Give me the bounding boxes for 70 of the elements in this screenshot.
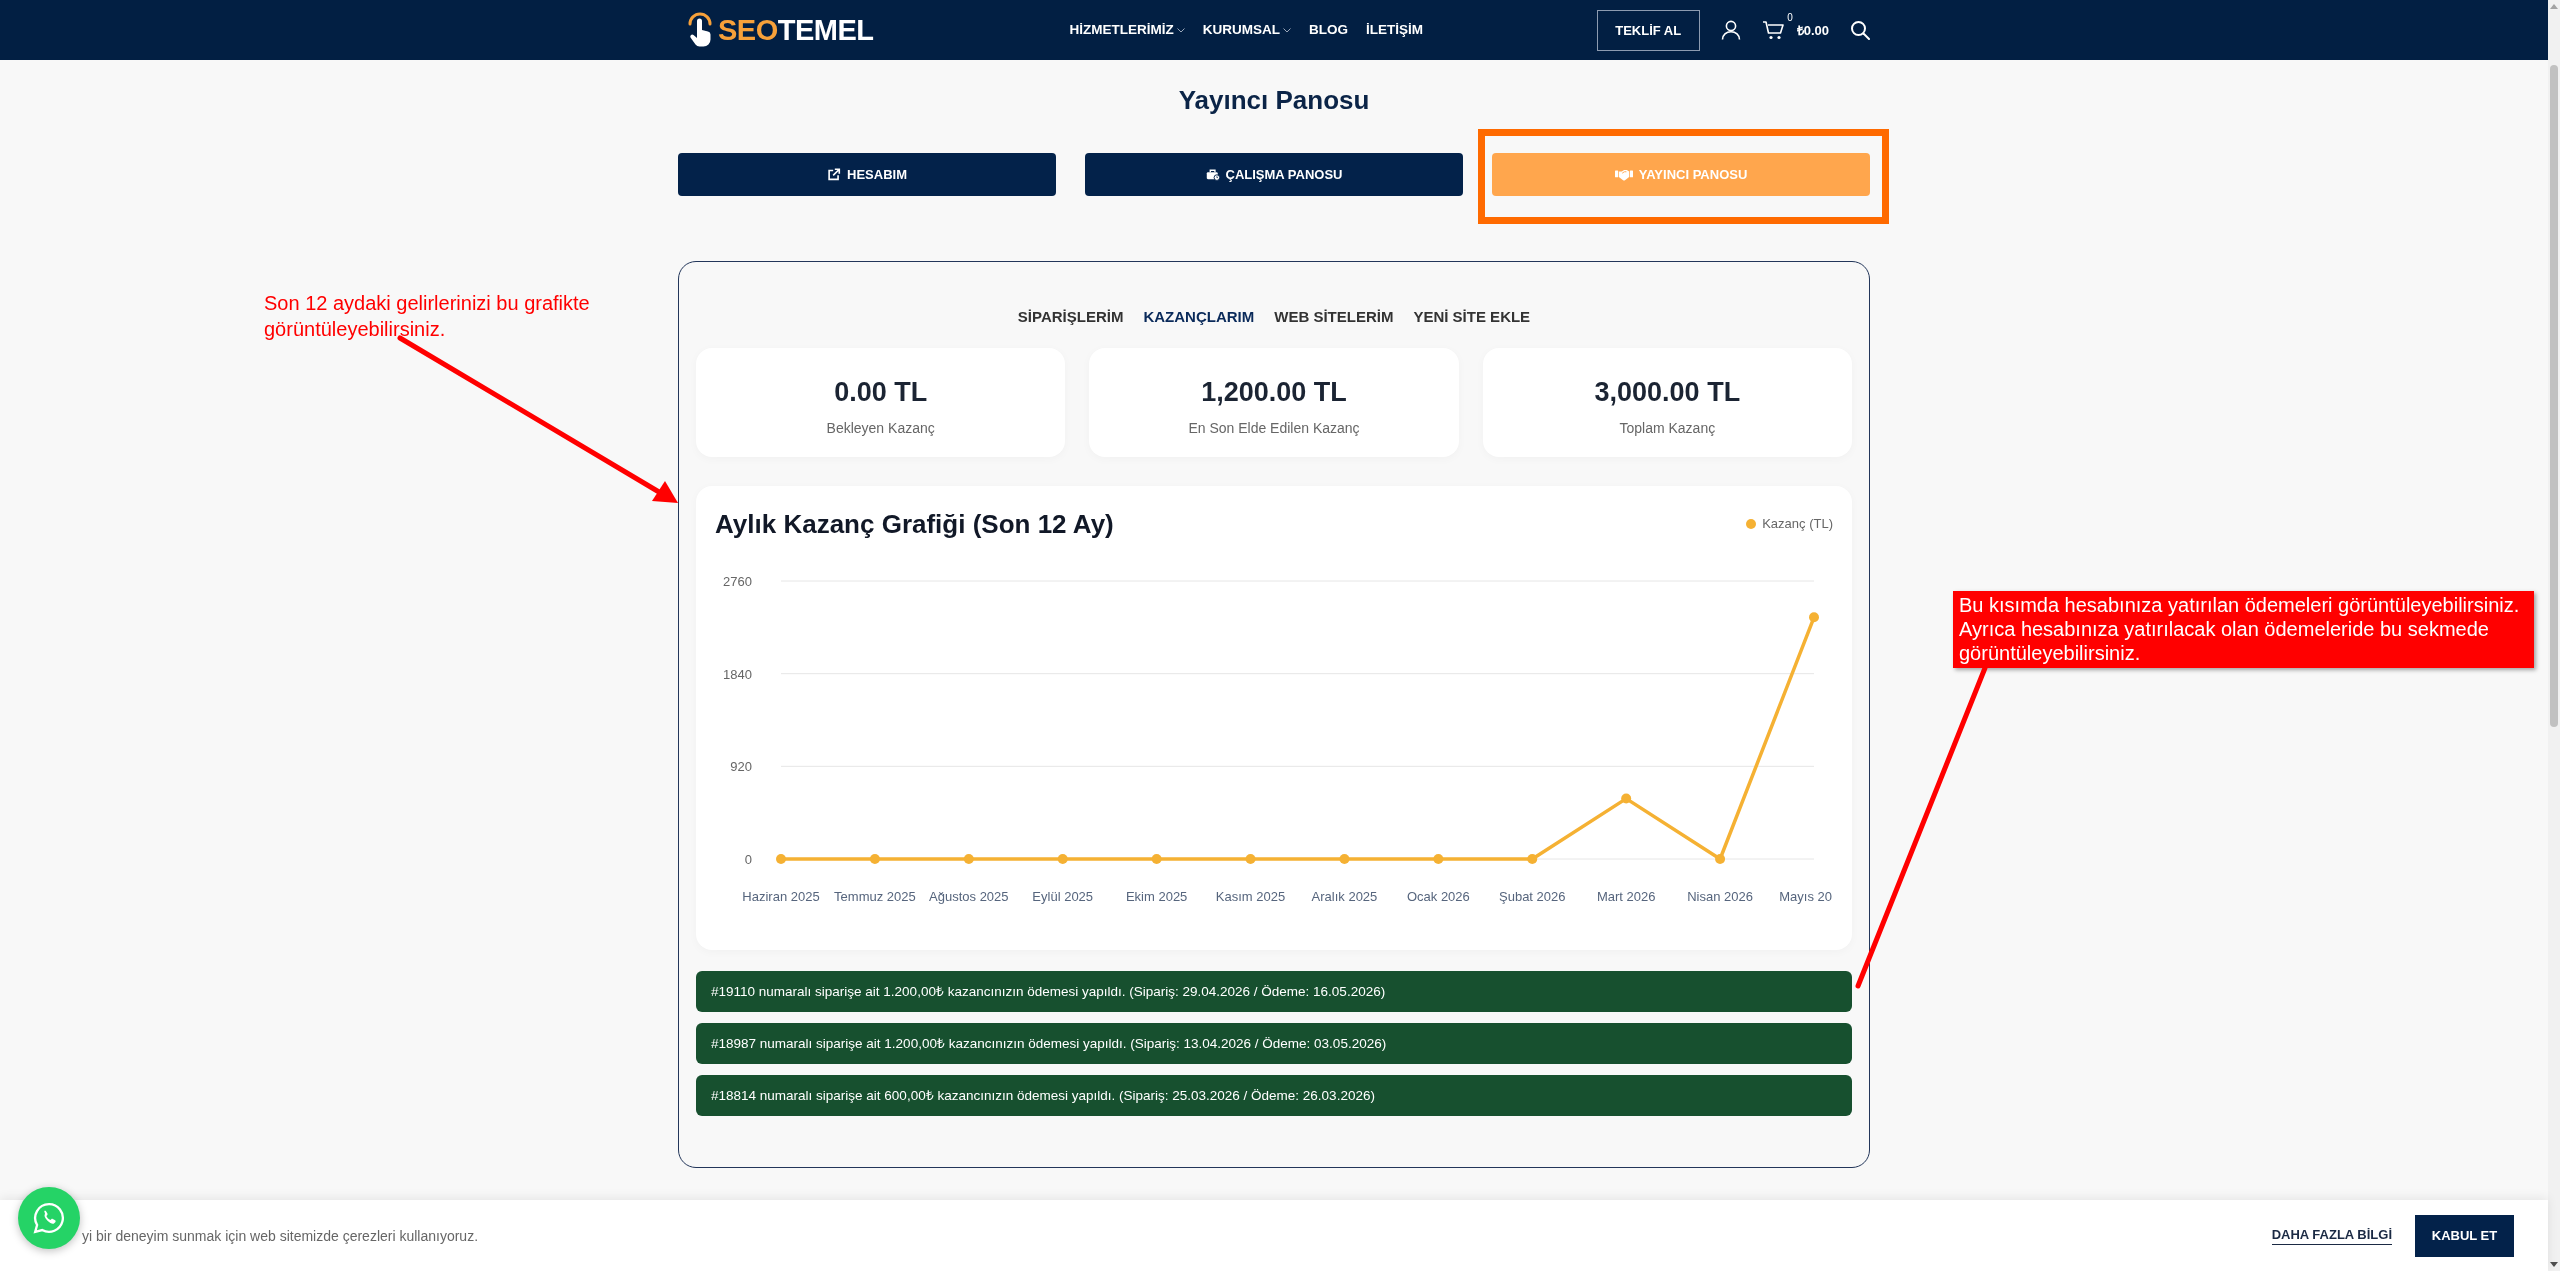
- stat-label: Bekleyen Kazanç: [826, 419, 935, 437]
- user-icon[interactable]: [1720, 20, 1741, 40]
- payment-notice: #19110 numaralı siparişe ait 1.200,00₺ kazancınızın ödemesi yapıldı. (Sipariş: 29.04.2026 / Ödeme: 16.05.2026): [696, 971, 1852, 1012]
- x-axis-label: Mayıs 20: [1779, 889, 1832, 904]
- x-axis-label: Ocak 2026: [1406, 889, 1470, 904]
- stat-value: 3,000.00 TL: [1594, 376, 1741, 408]
- payment-notice: #18987 numaralı siparişe ait 1.200,00₺ kazancınızın ödemesi yapıldı. (Sipariş: 13.04.2026 / Ödeme: 03.05.2026): [696, 1023, 1852, 1064]
- x-axis-label: Şubat 2026: [1499, 889, 1566, 904]
- cart-count: 0: [1787, 12, 1793, 24]
- x-axis-label: Kasım 2025: [1215, 889, 1286, 904]
- y-axis-label: 2760: [723, 574, 752, 589]
- data-point: [1527, 854, 1538, 864]
- quote-button[interactable]: TEKLİF AL: [1596, 9, 1700, 51]
- logo-wordmark[interactable]: SEOTEMEL: [718, 13, 874, 47]
- scrollbar-track[interactable]: [2548, 0, 2560, 1271]
- y-axis-label: 920: [730, 759, 752, 775]
- tab[interactable]: SİPARİŞLERİM: [1017, 307, 1124, 327]
- page-title: Yayıncı Panosu: [1178, 84, 1370, 116]
- nav-link[interactable]: İLETİŞİM: [1366, 20, 1424, 40]
- data-point: [963, 854, 974, 864]
- y-axis-label: 0: [744, 852, 752, 867]
- tab[interactable]: WEB SİTELERİM: [1274, 307, 1394, 327]
- x-axis-label: Temmuz 2025: [834, 889, 916, 904]
- dashboard-button[interactable]: HESABIM: [678, 153, 1056, 196]
- x-axis-label: Ekim 2025: [1125, 889, 1188, 904]
- nav-link[interactable]: KURUMSAL: [1202, 20, 1292, 40]
- legend-label: Kazanç (TL): [1762, 515, 1833, 533]
- search-icon[interactable]: [1850, 20, 1870, 40]
- dashboard-button[interactable]: ÇALIŞMA PANOSU: [1085, 153, 1463, 196]
- data-point: [776, 854, 786, 864]
- x-axis-label: Eylül 2025: [1032, 889, 1094, 904]
- nav-link[interactable]: BLOG: [1309, 20, 1349, 40]
- accept-button[interactable]: KABUL ET: [2415, 1214, 2514, 1257]
- data-point: [1621, 793, 1632, 804]
- data-point: [869, 854, 880, 864]
- data-point: [1057, 854, 1068, 864]
- stat-value: 1,200.00 TL: [1201, 376, 1347, 408]
- annotation-callout: Bu kısımda hesabınıza yatırılan ödemeleri görüntüleyebilirsiniz. Ayrıca hesabınıza yatırılacak olan ödemeleride bu sekmede görüntüleyebilirsiniz.: [1953, 591, 2534, 668]
- briefcase-icon: [1205, 168, 1220, 181]
- stat-value: 0.00 TL: [834, 376, 928, 408]
- tab[interactable]: KAZANÇLARIM: [1143, 307, 1255, 327]
- handshake-icon: [1614, 168, 1633, 181]
- data-point: [1151, 854, 1162, 864]
- data-point: [1339, 854, 1350, 864]
- payment-notice: #18814 numaralı siparişe ait 600,00₺ kazancınızın ödemesi yapıldı. (Sipariş: 25.03.2026 / Ödeme: 26.03.2026): [696, 1075, 1852, 1116]
- scrollbar-thumb[interactable]: [2550, 65, 2558, 727]
- annotation-note: Son 12 aydaki gelirlerinizi bu grafikte görüntüleyebilirsiniz.: [264, 291, 591, 342]
- y-axis-label: 1840: [723, 666, 752, 682]
- x-axis-label: Haziran 2025: [742, 889, 820, 904]
- phone-bubble-icon: [32, 1201, 66, 1235]
- x-axis-label: Nisan 2026: [1687, 889, 1753, 904]
- stat-label: En Son Elde Edilen Kazanç: [1188, 419, 1360, 437]
- cart-total[interactable]: ₺0.00: [1796, 21, 1829, 39]
- cookie-text: yi bir deneyim sunmak için web sitemizde çerezleri kullanıyoruz.: [82, 1226, 479, 1246]
- x-axis-label: Mart 2026: [1596, 889, 1656, 904]
- nav-link[interactable]: HİZMETLERİMİZ: [1069, 20, 1185, 40]
- stat-label: Toplam Kazanç: [1619, 419, 1716, 437]
- tab[interactable]: YENİ SİTE EKLE: [1413, 307, 1531, 327]
- hand-pointer-icon: [686, 11, 714, 49]
- data-point: [1809, 612, 1819, 623]
- scroll-down-arrow-icon[interactable]: [2550, 1262, 2558, 1267]
- data-point: [1433, 854, 1444, 864]
- external-link-icon: [827, 168, 841, 181]
- data-point: [1715, 854, 1726, 864]
- cart-icon[interactable]: [1761, 20, 1786, 40]
- data-point: [1245, 854, 1256, 864]
- x-axis-label: Ağustos 2025: [929, 889, 1009, 904]
- x-axis-label: Aralık 2025: [1311, 889, 1378, 904]
- more-info-link[interactable]: DAHA FAZLA BİLGİ: [2271, 1226, 2392, 1245]
- chart-title: Aylık Kazanç Grafiği (Son 12 Ay): [715, 508, 1114, 540]
